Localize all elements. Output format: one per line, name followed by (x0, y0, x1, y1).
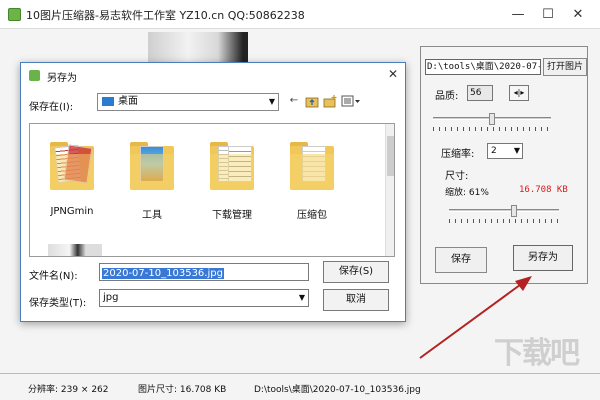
scrollbar-thumb[interactable] (387, 136, 394, 176)
quality-slider-ticks (433, 127, 551, 131)
dialog-title: 另存为 (47, 73, 77, 84)
filename-label: 文件名(N): (29, 271, 78, 282)
size-value: 16.708 KB (519, 185, 568, 195)
folder-label: 下载管理 (212, 210, 252, 221)
dialog-close-button[interactable]: ✕ (383, 65, 403, 83)
folder-item-tools[interactable]: 工具 (120, 132, 184, 224)
save-button[interactable]: 保存 (435, 247, 487, 273)
dialog-save-button[interactable]: 保存(S) (323, 261, 389, 283)
watermark-logo: 下载吧 (494, 336, 580, 371)
folder-label: 工具 (142, 210, 162, 221)
app-title: 10图片压缩器-易志软件工作室 YZ10.cn QQ:50862238 (26, 9, 305, 22)
location-select[interactable]: 桌面 ▼ (97, 93, 279, 111)
compression-label: 压缩率: (441, 149, 475, 160)
location-value: 桌面 (118, 96, 138, 107)
folder-icon (130, 140, 174, 190)
new-folder-icon[interactable] (323, 94, 337, 108)
scale-slider-thumb[interactable] (511, 205, 518, 217)
save-as-dialog: 另存为 ✕ 保存在(I): 桌面 ▼ ← JPNGmin 工具 下载管理 压缩包… (20, 62, 406, 322)
folder-icon (102, 97, 114, 106)
status-image-size: 图片尺寸: 16.708 KB (138, 385, 227, 395)
filename-value: 2020-07-10_103536.jpg (102, 268, 224, 279)
size-label: 尺寸: (445, 171, 469, 182)
dialog-cancel-button[interactable]: 取消 (323, 289, 389, 311)
folder-item-jpngmin[interactable]: JPNGmin (40, 132, 104, 224)
app-icon (8, 8, 21, 21)
status-resolution: 分辨率: 239 × 262 (28, 385, 109, 395)
back-icon[interactable]: ← (287, 94, 301, 108)
image-path-field[interactable]: D:\tools\桌面\2020-07-10_ (425, 59, 541, 75)
save-in-label: 保存在(I): (29, 102, 74, 113)
folder-icon (50, 140, 94, 190)
view-menu-icon[interactable] (341, 94, 361, 108)
folder-label: 压缩包 (297, 210, 327, 221)
status-bar: 分辨率: 239 × 262 图片尺寸: 16.708 KB D:\tools\… (0, 373, 600, 400)
compression-select[interactable]: 2 ▼ (487, 143, 523, 159)
control-panel: D:\tools\桌面\2020-07-10_ 打开图片 品质: 56 ◂|▸ … (420, 46, 588, 284)
scale-slider-ticks (449, 219, 559, 223)
minimize-button[interactable]: — (504, 6, 532, 24)
scale-label: 缩放: 61% (445, 188, 489, 198)
chevron-down-icon: ▼ (513, 146, 520, 155)
folder-item-archives[interactable]: 压缩包 (280, 132, 344, 224)
folder-item-download-manager[interactable]: 下载管理 (200, 132, 264, 224)
filetype-value: jpg (103, 292, 119, 303)
scale-slider-track[interactable] (449, 209, 559, 212)
folder-label: JPNGmin (50, 206, 94, 217)
up-folder-icon[interactable] (305, 94, 319, 108)
open-image-button[interactable]: 打开图片 (543, 58, 587, 76)
close-button[interactable]: ✕ (564, 6, 592, 24)
quality-slider-thumb[interactable] (489, 113, 495, 125)
quality-value-field[interactable]: 56 (467, 85, 493, 101)
maximize-button[interactable]: ☐ (534, 6, 562, 24)
file-list-scrollbar[interactable] (385, 124, 394, 256)
filetype-label: 保存类型(T): (29, 298, 87, 309)
filetype-select[interactable]: jpg ▼ (99, 289, 309, 307)
dialog-app-icon (29, 70, 40, 81)
quality-spin-button[interactable]: ◂|▸ (509, 85, 529, 101)
filename-input[interactable]: 2020-07-10_103536.jpg (99, 263, 309, 281)
main-titlebar: 10图片压缩器-易志软件工作室 YZ10.cn QQ:50862238 — ☐ … (0, 0, 600, 28)
folder-icon (210, 140, 254, 190)
file-list-pane[interactable]: JPNGmin 工具 下载管理 压缩包 (29, 123, 395, 257)
quality-label: 品质: (435, 91, 459, 102)
compression-value: 2 (491, 146, 497, 156)
status-path: D:\tools\桌面\2020-07-10_103536.jpg (254, 385, 421, 395)
image-file-thumbnail[interactable] (48, 244, 102, 256)
chevron-down-icon: ▼ (298, 293, 305, 302)
save-as-button[interactable]: 另存为 (513, 245, 573, 271)
folder-icon (290, 140, 334, 190)
chevron-down-icon: ▼ (268, 97, 275, 106)
